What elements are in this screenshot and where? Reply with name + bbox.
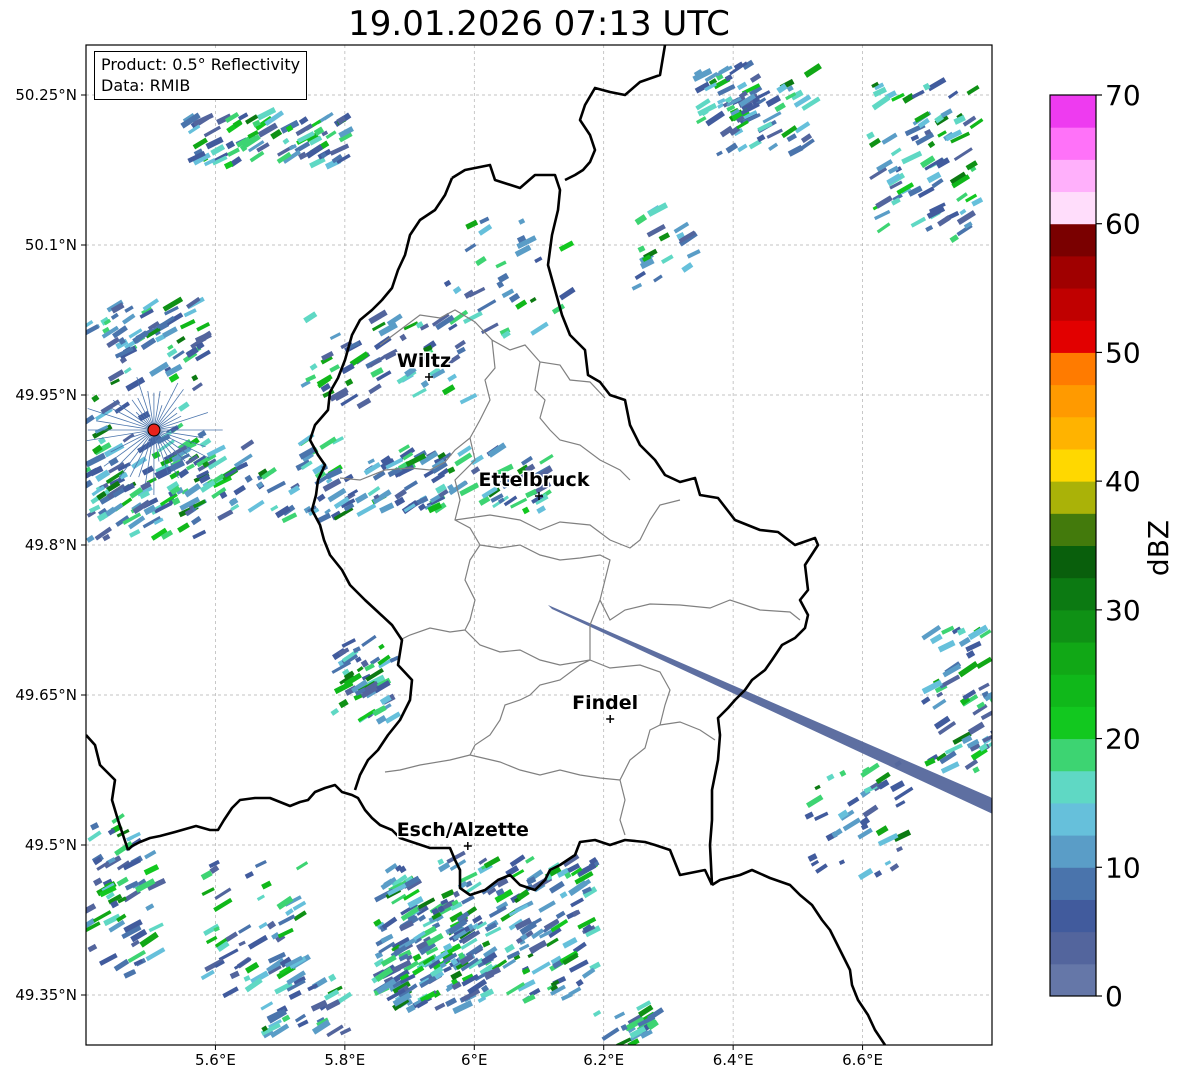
colorbar-bin <box>1050 577 1096 611</box>
lat-tick-label: 49.65°N <box>15 686 77 704</box>
colorbar-tick-label: 30 <box>1105 594 1141 627</box>
colorbar-bin <box>1050 609 1096 643</box>
info-box: Product: 0.5° Reflectivity Data: RMIB <box>94 51 308 100</box>
colorbar-tick-label: 60 <box>1105 208 1141 241</box>
colorbar-bin <box>1050 223 1096 257</box>
lat-tick-label: 49.35°N <box>15 986 77 1004</box>
colorbar-bin <box>1050 802 1096 836</box>
city-label: Findel <box>572 692 638 714</box>
colorbar-bin <box>1050 835 1096 868</box>
lat-tick-label: 49.5°N <box>25 836 77 854</box>
colorbar-bin <box>1050 127 1096 160</box>
city-label: Wiltz <box>397 350 451 372</box>
colorbar-bin <box>1050 931 1096 965</box>
lon-tick-label: 5.8°E <box>324 1051 365 1069</box>
colorbar-tick-label: 70 <box>1105 79 1141 112</box>
echo-cell <box>995 753 1005 762</box>
colorbar-bin <box>1050 288 1096 321</box>
lat-tick-label: 49.8°N <box>25 536 77 554</box>
map-area: Wiltz Ettelbruck Findel Esch/Alzette <box>86 45 1010 1045</box>
colorbar-bin <box>1050 642 1096 675</box>
city-label: Esch/Alzette <box>397 819 529 841</box>
colorbar-tick-label: 40 <box>1105 465 1141 498</box>
colorbar-bin <box>1050 255 1096 289</box>
colorbar: 0 10 20 30 40 50 60 70 dBZ <box>1049 79 1175 1013</box>
city-label: Ettelbruck <box>479 469 590 491</box>
info-product: Product: 0.5° Reflectivity <box>101 55 301 74</box>
radar-site-marker <box>147 423 161 437</box>
colorbar-bin <box>1050 674 1096 707</box>
colorbar-bin <box>1050 159 1096 193</box>
colorbar-tick-label: 0 <box>1105 980 1123 1013</box>
colorbar-bin <box>1050 545 1096 579</box>
lat-tick-label: 50.25°N <box>15 86 77 104</box>
lon-tick-label: 6.6°E <box>842 1051 883 1069</box>
colorbar-label: dBZ <box>1142 520 1175 576</box>
colorbar-tick-label: 50 <box>1105 336 1141 369</box>
colorbar-bin <box>1050 95 1096 128</box>
colorbar-bin <box>1050 320 1096 353</box>
colorbar-bin <box>1050 352 1096 386</box>
info-source: Data: RMIB <box>101 76 191 95</box>
echo-cell <box>994 673 1001 680</box>
colorbar-bin <box>1050 191 1096 225</box>
lat-tick-label: 50.1°N <box>25 236 77 254</box>
colorbar-bin <box>1050 738 1096 772</box>
colorbar-bin <box>1050 899 1096 933</box>
lon-tick-label: 5.6°E <box>195 1051 236 1069</box>
colorbar-tick-label: 20 <box>1105 723 1141 756</box>
colorbar-tick-label: 10 <box>1105 851 1141 884</box>
colorbar-bin <box>1050 867 1096 900</box>
colorbar-bin <box>1050 513 1096 546</box>
lon-tick-label: 6.4°E <box>713 1051 754 1069</box>
colorbar-bin <box>1050 963 1096 997</box>
colorbar-bin <box>1050 770 1096 804</box>
radar-map-figure: 19.01.2026 07:13 UTC Wiltz Ettelbruck Find… <box>0 0 1184 1081</box>
colorbar-bin <box>1050 416 1096 450</box>
colorbar-bin <box>1050 706 1096 740</box>
colorbar-bin <box>1050 481 1096 514</box>
colorbar-bin <box>1050 384 1096 418</box>
colorbar-bin <box>1050 448 1096 482</box>
lon-tick-label: 6°E <box>461 1051 488 1069</box>
map-canvas: Wiltz Ettelbruck Findel Esch/Alzette 5.6°E 5… <box>15 44 1175 1069</box>
echo-cell <box>993 687 1010 700</box>
lat-tick-label: 49.95°N <box>15 386 77 404</box>
lon-tick-label: 6.2°E <box>583 1051 624 1069</box>
